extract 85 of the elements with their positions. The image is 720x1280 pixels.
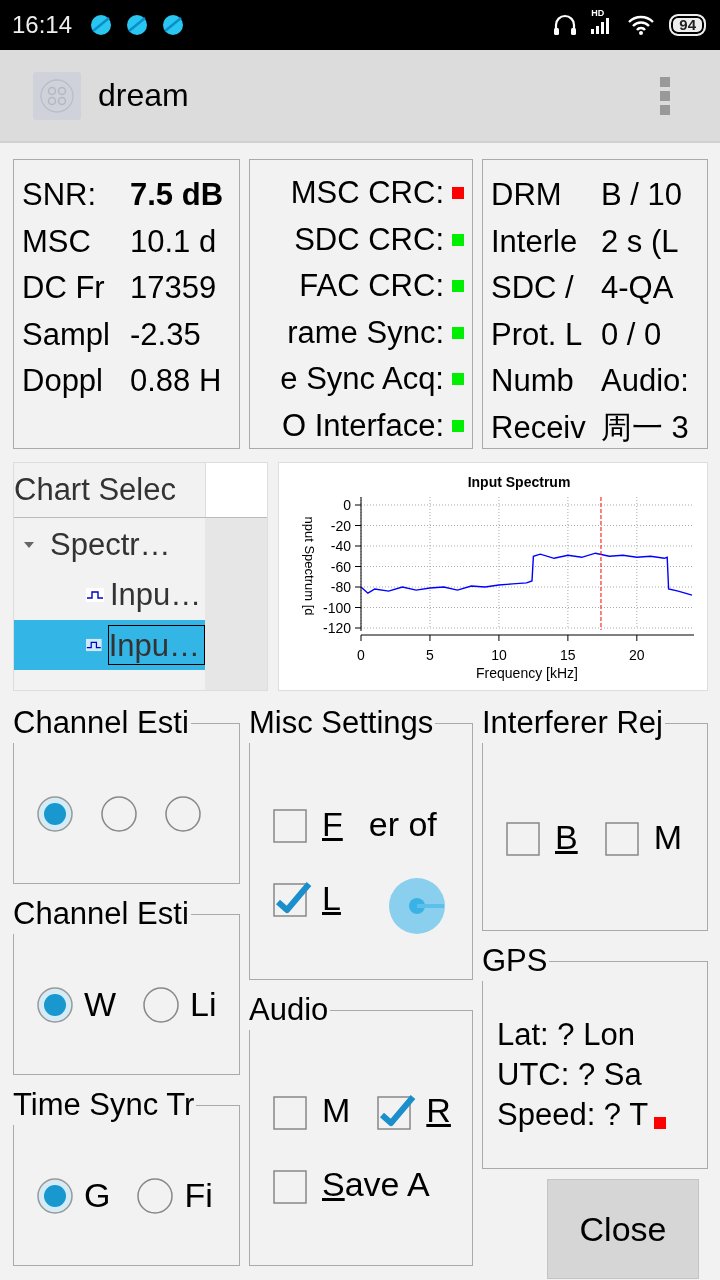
- clock: 16:14: [12, 11, 73, 39]
- status-label: FAC CRC:: [299, 268, 444, 305]
- info-value: -2.35: [130, 316, 201, 353]
- info-label: DRM: [491, 177, 563, 214]
- tick-label: 0: [357, 647, 365, 663]
- waveform-icon: [86, 588, 104, 602]
- tree-item[interactable]: Inpu…: [14, 620, 205, 670]
- tick-label: -120: [322, 620, 351, 636]
- radio-button[interactable]: [36, 985, 74, 1024]
- notification-icon: [126, 14, 149, 36]
- radio-button[interactable]: [142, 985, 181, 1024]
- app-title: dream: [98, 77, 189, 114]
- info-label: MSC: [22, 223, 92, 260]
- axis-label: nput Spectrum [d: [302, 516, 317, 616]
- notification-icon: [90, 14, 113, 36]
- radio-button[interactable]: [100, 794, 138, 833]
- info-value: 4-QA: [601, 270, 674, 307]
- info-label: Receiv: [491, 409, 587, 446]
- tick-label: 5: [426, 647, 434, 663]
- info-text: er of: [368, 804, 437, 844]
- info-value: 10.1 d: [130, 223, 217, 260]
- status-label: O Interface:: [282, 407, 444, 444]
- battery-indicator: 94: [669, 14, 706, 36]
- checkbox-option[interactable]: B: [505, 817, 578, 857]
- radio-option[interactable]: Li: [142, 985, 217, 1024]
- status-label: rame Sync:: [287, 314, 444, 351]
- radio-button[interactable]: [164, 794, 202, 833]
- tick-label: -40: [330, 538, 351, 554]
- tick-label: 15: [560, 647, 576, 663]
- checkbox-option[interactable]: M: [272, 1090, 351, 1131]
- tick-label: 0: [343, 497, 351, 513]
- touch-indicator-icon: [388, 877, 446, 935]
- info-label: Interle: [491, 223, 579, 260]
- info-value: 0.88 H: [130, 363, 222, 400]
- status-label: SDC CRC:: [294, 221, 444, 258]
- app-icon: [33, 71, 81, 120]
- info-value: 0 / 0: [601, 316, 662, 353]
- radio-option[interactable]: W: [36, 985, 117, 1024]
- info-value: 7.5 dB: [130, 177, 224, 214]
- info-value: 17359: [130, 270, 217, 307]
- info-label: SNR:: [22, 177, 98, 214]
- network-type: HD: [591, 8, 605, 18]
- wifi-icon: [627, 14, 656, 36]
- info-text: UTC: ? Sa: [497, 1057, 642, 1093]
- notification-icon: [162, 14, 185, 36]
- tick-label: -80: [330, 579, 351, 595]
- radio-option[interactable]: Fi: [136, 1176, 213, 1215]
- tick-label: -20: [330, 517, 351, 534]
- close-button[interactable]: Close: [547, 1179, 699, 1279]
- radio-button[interactable]: [136, 1176, 175, 1215]
- radio-option[interactable]: G: [36, 1176, 111, 1215]
- info-value: 2 s (L: [601, 223, 679, 260]
- tick-label: -60: [330, 558, 351, 575]
- collapse-icon[interactable]: [24, 541, 34, 549]
- info-value: B / 10: [601, 177, 682, 214]
- radio-button[interactable]: [36, 794, 74, 833]
- header-cell: [206, 463, 267, 517]
- tree-item[interactable]: Spectr…: [14, 520, 205, 570]
- checkbox-option[interactable]: F: [272, 804, 343, 845]
- chart-title: Input Spectrum: [467, 474, 571, 490]
- info-label: Prot. L: [491, 316, 584, 353]
- info-label: DC Fr: [22, 270, 106, 307]
- tick-label: -100: [322, 599, 351, 616]
- info-text: Speed: ? T: [497, 1097, 649, 1133]
- tick-label: 10: [491, 647, 507, 663]
- checkbox-option[interactable]: M: [603, 817, 682, 857]
- tree-item[interactable]: Inpu…: [14, 570, 205, 620]
- tick-label: 20: [629, 647, 645, 663]
- info-label: Doppl: [22, 363, 104, 400]
- radio-button[interactable]: [36, 1176, 74, 1215]
- status-label: e Sync Acq:: [280, 361, 444, 398]
- headphones-icon: [553, 14, 578, 36]
- info-value: 周一 3: [601, 408, 689, 447]
- info-label: Numb: [491, 363, 575, 400]
- info-value: Audio:: [601, 363, 689, 400]
- info-label: Sampl: [22, 316, 111, 353]
- checkbox-option[interactable]: L: [272, 878, 341, 919]
- checkbox-option[interactable]: Save A: [272, 1164, 430, 1205]
- checkbox-option[interactable]: R: [376, 1090, 451, 1131]
- waveform-icon: [86, 638, 102, 652]
- axis-label: Frequency [kHz]: [476, 665, 578, 681]
- info-text: Lat: ? Lon: [497, 1017, 635, 1053]
- info-label: SDC /: [491, 270, 575, 307]
- overflow-menu-icon[interactable]: [660, 76, 670, 115]
- status-label: MSC CRC:: [290, 175, 444, 212]
